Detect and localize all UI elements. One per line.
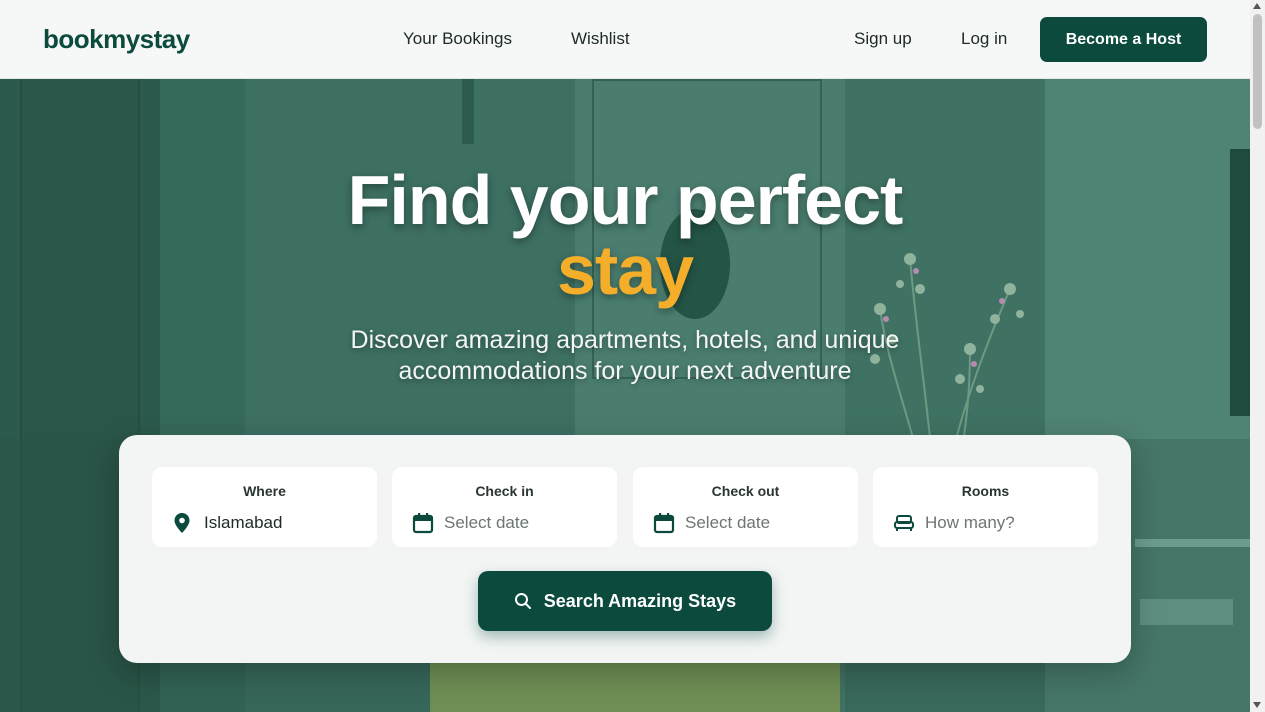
hero-title-highlight: stay (556, 231, 694, 309)
checkout-input[interactable]: Select date (685, 513, 770, 533)
search-icon (514, 593, 531, 609)
scroll-down-icon[interactable] (1253, 702, 1261, 708)
brand-logo[interactable]: bookmystay (43, 24, 190, 55)
search-button-label: Search Amazing Stays (543, 590, 737, 611)
calendar-icon (412, 513, 434, 534)
nav-your-bookings[interactable]: Your Bookings (403, 29, 512, 49)
search-card: Where Islamabad Check in Select date Che… (119, 435, 1131, 663)
hero-subtitle-line1: Discover amazing apartments, hotels, and… (350, 326, 900, 354)
checkin-input[interactable]: Select date (444, 513, 529, 533)
where-input[interactable]: Islamabad (204, 513, 282, 533)
rooms-label: Rooms (961, 483, 1010, 499)
where-label: Where (243, 483, 286, 499)
scroll-up-icon[interactable] (1253, 3, 1261, 9)
where-field[interactable]: Where Islamabad (152, 467, 377, 547)
nav-wishlist[interactable]: Wishlist (571, 29, 630, 49)
become-host-button[interactable]: Become a Host (1040, 17, 1207, 62)
top-navbar: bookmystay Your Bookings Wishlist Sign u… (0, 0, 1250, 79)
signup-link[interactable]: Sign up (854, 29, 912, 49)
scrollbar-thumb[interactable] (1253, 14, 1262, 129)
background-books (1140, 599, 1233, 625)
background-lamp (462, 79, 474, 144)
location-pin-icon (174, 513, 190, 533)
search-button[interactable]: Search Amazing Stays (478, 571, 772, 631)
hero-subtitle-line2: accommodations for your next adventure (398, 357, 852, 385)
rooms-input[interactable]: How many? (925, 513, 1015, 533)
checkout-label: Check out (711, 483, 780, 499)
bed-icon (894, 515, 914, 531)
checkin-field[interactable]: Check in Select date (392, 467, 617, 547)
hero-title-line1: Find your perfect (347, 161, 904, 239)
background-shelf (1135, 539, 1250, 547)
checkout-field[interactable]: Check out Select date (633, 467, 858, 547)
calendar-icon (653, 513, 675, 534)
rooms-field[interactable]: Rooms How many? (873, 467, 1098, 547)
login-link[interactable]: Log in (961, 29, 1007, 49)
page-scrollbar[interactable] (1250, 0, 1265, 712)
checkin-label: Check in (475, 483, 534, 499)
